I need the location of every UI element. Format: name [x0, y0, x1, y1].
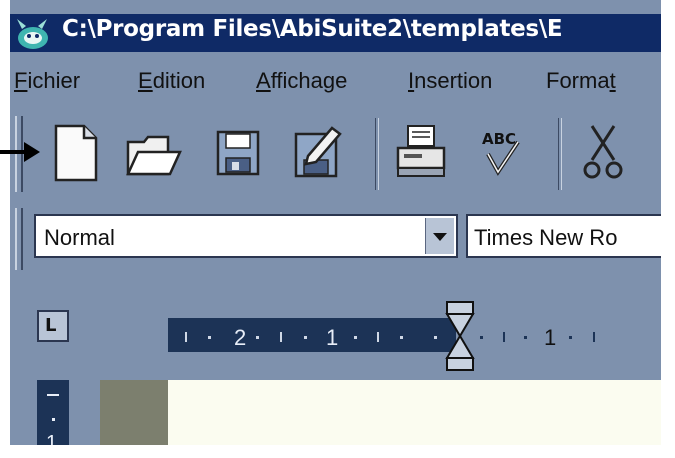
spellcheck-icon: ABC — [482, 130, 520, 176]
menu-format-accel: t — [609, 68, 616, 93]
menu-bar: Fichier Edition Affichage Insertion Form… — [10, 58, 661, 106]
window-title: C:\Program Files\AbiSuite2\templates\E — [62, 16, 563, 42]
open-button[interactable] — [122, 120, 184, 186]
vertical-ruler[interactable]: 1 — [37, 380, 69, 445]
new-document-icon — [54, 124, 98, 182]
menu-format-label: Forma — [546, 68, 610, 93]
save-as-button[interactable] — [286, 120, 348, 186]
menu-fichier[interactable]: Fichier — [14, 68, 80, 94]
print-button[interactable] — [390, 120, 452, 186]
tab-stop-type: L — [45, 315, 57, 336]
style-select-value: Normal — [44, 225, 115, 250]
ruler-label-1-left: 1 — [326, 325, 338, 350]
app-window: C:\Program Files\AbiSuite2\templates\E F… — [10, 0, 661, 445]
vertical-ruler-label: 1 — [46, 432, 58, 445]
abiword-logo-icon — [17, 19, 48, 49]
open-folder-icon — [126, 135, 182, 176]
menu-format[interactable]: Format — [546, 68, 616, 94]
style-select[interactable]: Normal — [34, 214, 458, 258]
save-button[interactable] — [206, 120, 268, 186]
callout-arrow-icon — [0, 142, 40, 162]
menu-fichier-accel: F — [14, 68, 28, 93]
indent-marker-icon[interactable] — [443, 300, 479, 378]
spellcheck-button[interactable]: ABC — [470, 120, 532, 186]
menu-insertion-label: nsertion — [414, 68, 493, 93]
horizontal-ruler[interactable]: 2 1 1 — [168, 314, 661, 354]
chevron-down-icon — [433, 233, 447, 241]
cut-scissors-icon — [583, 125, 623, 179]
format-toolbar-grip[interactable] — [15, 208, 23, 270]
cut-button[interactable] — [578, 120, 640, 186]
new-document-button[interactable] — [44, 120, 106, 186]
title-bar[interactable]: C:\Program Files\AbiSuite2\templates\E — [10, 14, 661, 52]
document-page[interactable] — [168, 380, 661, 445]
font-select-value: Times New Ro — [474, 225, 618, 250]
print-icon — [396, 125, 446, 177]
menu-edition[interactable]: Edition — [138, 68, 205, 94]
vertical-ruler-tick — [47, 394, 59, 396]
menu-edition-accel: E — [138, 68, 153, 93]
left-margin-area — [100, 380, 168, 445]
ruler-label-2: 2 — [234, 325, 246, 350]
vertical-ruler-dot — [52, 418, 55, 421]
menu-affichage-accel: A — [256, 68, 271, 93]
ruler-label-1-right: 1 — [544, 325, 556, 350]
menu-affichage-label: ffichage — [270, 68, 348, 93]
menu-affichage[interactable]: Affichage — [256, 68, 347, 94]
save-as-icon — [294, 126, 342, 178]
toolbar-separator — [375, 118, 379, 190]
menu-fichier-label: ichier — [27, 68, 81, 93]
ruler-area: L 2 1 1 1 — [10, 288, 661, 445]
tab-stop-selector[interactable]: L — [37, 310, 69, 342]
font-select[interactable]: Times New Ro — [466, 214, 661, 258]
format-toolbar: Normal Times New Ro — [10, 200, 661, 280]
style-select-dropdown-button[interactable] — [425, 218, 454, 254]
save-disk-icon — [216, 130, 260, 176]
toolbar-separator-2 — [558, 118, 562, 190]
spellcheck-label: ABC — [482, 130, 516, 148]
menu-edition-label: dition — [152, 68, 206, 93]
menu-insertion[interactable]: Insertion — [408, 68, 492, 94]
standard-toolbar: ABC — [10, 110, 661, 196]
